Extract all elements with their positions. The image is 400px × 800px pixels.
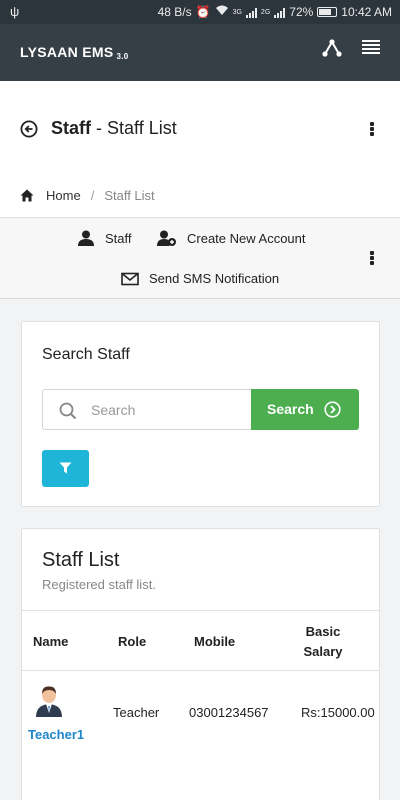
column-basic-salary-line1: Basic — [305, 624, 341, 639]
column-basic-salary[interactable]: Basic Salary — [296, 622, 350, 662]
app-bar: LYSAAN EMS 3.0 — [0, 24, 400, 81]
app-brand[interactable]: LYSAAN EMS 3.0 — [20, 44, 129, 61]
page-title-separator: - — [91, 118, 107, 138]
filter-button[interactable] — [42, 450, 89, 487]
alarm-icon: ⏰ — [195, 5, 211, 19]
signal-icon — [245, 7, 257, 18]
search-field — [42, 389, 251, 430]
staff-list-title: Staff List — [42, 549, 120, 571]
column-basic-salary-line2: Salary — [303, 644, 343, 659]
staff-icon — [78, 230, 94, 246]
breadcrumb-home[interactable]: Home — [46, 188, 81, 203]
search-input[interactable] — [91, 399, 241, 421]
table-row: Teacher1 Teacher 03001234567 Rs:15000.00 — [22, 672, 379, 752]
create-account-action[interactable]: Create New Account — [157, 230, 306, 246]
search-staff-card: Search Staff Search — [21, 321, 380, 507]
breadcrumb: Home / Staff List — [20, 188, 155, 203]
staff-action[interactable]: Staff — [77, 230, 132, 246]
home-icon — [20, 189, 34, 202]
staff-mobile: 03001234567 — [189, 705, 269, 720]
envelope-icon — [121, 272, 139, 285]
create-account-label: Create New Account — [187, 230, 306, 246]
column-role[interactable]: Role — [118, 634, 146, 649]
share-icon[interactable] — [322, 38, 342, 58]
column-mobile[interactable]: Mobile — [194, 634, 235, 649]
back-icon[interactable] — [20, 120, 38, 138]
search-staff-title: Search Staff — [42, 346, 130, 363]
usb-icon: ψ — [10, 4, 20, 19]
search-button-label: Search — [267, 401, 314, 417]
staff-role: Teacher — [113, 705, 160, 720]
action-bar: Staff Create New Account Send SMS Notifi… — [0, 217, 400, 299]
staff-list-card: Staff List Registered staff list. Name R… — [21, 528, 380, 800]
breadcrumb-current: Staff List — [104, 188, 155, 203]
actions-more-icon[interactable] — [370, 251, 374, 266]
breadcrumb-separator: / — [90, 188, 95, 203]
send-sms-action[interactable]: Send SMS Notification — [121, 271, 279, 286]
staff-list-subtitle: Registered staff list. — [42, 577, 156, 592]
brand-name: LYSAAN EMS — [20, 44, 114, 60]
search-button[interactable]: Search — [251, 389, 359, 430]
net-type-1: 3G — [232, 8, 242, 16]
send-sms-label: Send SMS Notification — [149, 271, 280, 286]
page-title: Staff - Staff List — [51, 118, 177, 139]
signal-icon-2 — [274, 7, 286, 18]
table-header: Name Role Mobile Basic Salary — [22, 610, 379, 671]
status-bar: ψ 48 B/s ⏰ 3G 2G 72% 10:42 AM — [0, 0, 400, 24]
battery-icon — [317, 7, 338, 17]
network-speed: 48 B/s — [157, 5, 192, 19]
staff-name-link[interactable]: Teacher1 — [28, 727, 84, 742]
staff-salary: Rs:15000.00 — [301, 705, 375, 720]
staff-action-label: Staff — [105, 230, 132, 246]
column-name[interactable]: Name — [33, 634, 68, 649]
add-user-icon — [157, 230, 176, 246]
menu-icon[interactable] — [362, 40, 380, 56]
more-options-icon[interactable] — [370, 122, 374, 137]
page-title-page: Staff List — [107, 118, 177, 138]
brand-version: 3.0 — [116, 52, 129, 61]
page-title-section: Staff — [51, 118, 91, 138]
clock: 10:42 AM — [341, 5, 392, 19]
battery-percent: 72% — [289, 5, 314, 19]
page-header: Staff - Staff List Home / Staff List — [0, 81, 400, 217]
wifi-icon — [215, 5, 229, 19]
filter-icon — [59, 462, 72, 474]
search-icon — [59, 402, 77, 420]
net-type-2: 2G — [260, 8, 271, 16]
arrow-circle-right-icon — [324, 401, 341, 418]
avatar[interactable] — [35, 685, 63, 717]
